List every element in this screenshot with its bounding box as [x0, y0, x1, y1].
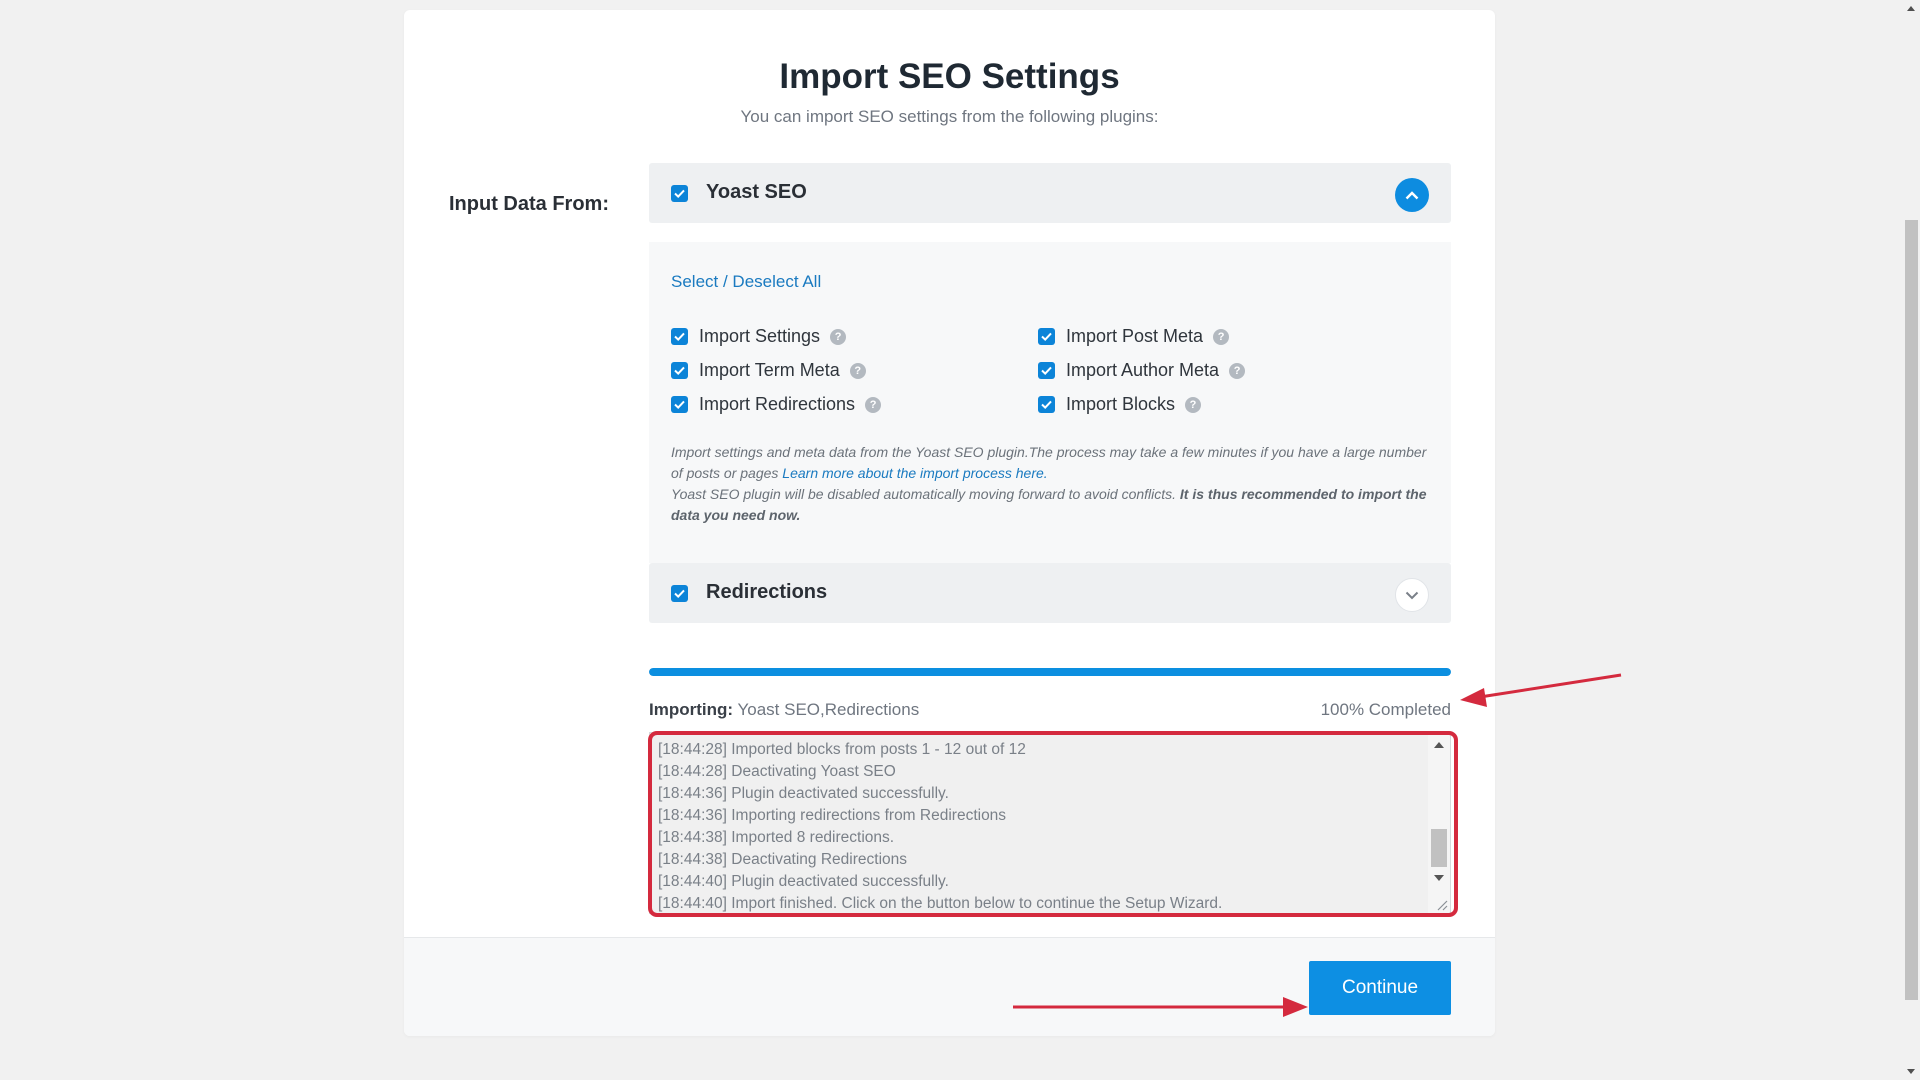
import-status-value: Yoast SEO,Redirections — [737, 700, 920, 719]
yoast-panel-body: Select / Deselect All Import Settings ? … — [649, 242, 1451, 563]
option-import-blocks[interactable]: Import Blocks ? — [1038, 394, 1202, 415]
checkmark-icon — [674, 366, 685, 376]
redirections-checkbox[interactable] — [671, 585, 688, 602]
import-blocks-label: Import Blocks — [1066, 394, 1176, 414]
import-term-meta-label: Import Term Meta — [699, 360, 840, 380]
yoast-panel-title: Yoast SEO — [706, 181, 807, 203]
import-post-meta-label: Import Post Meta — [1066, 326, 1204, 346]
page-scrollbar[interactable] — [1903, 0, 1920, 1080]
import-author-meta-checkbox[interactable] — [1038, 362, 1055, 379]
import-post-meta-checkbox[interactable] — [1038, 328, 1055, 345]
redirections-panel-title: Redirections — [706, 581, 828, 603]
checkmark-icon — [674, 189, 685, 199]
learn-more-link[interactable]: Learn more about the import process here… — [782, 465, 1047, 481]
page-title: Import SEO Settings — [779, 57, 1120, 96]
continue-button[interactable]: Continue — [1309, 961, 1451, 1015]
help-icon[interactable]: ? — [1185, 396, 1202, 413]
collapse-toggle-button[interactable] — [1395, 178, 1429, 212]
import-status: Importing: Yoast SEO,Redirections — [649, 700, 919, 720]
checkmark-icon — [1041, 400, 1052, 410]
option-import-settings[interactable]: Import Settings ? — [671, 326, 847, 347]
completion-percent: 100% Completed — [1320, 700, 1451, 719]
expand-toggle-button[interactable] — [1395, 578, 1429, 612]
import-progress-bar — [649, 668, 1451, 676]
checkmark-icon — [674, 400, 685, 410]
help-icon[interactable]: ? — [1229, 362, 1246, 379]
chevron-down-icon — [1405, 591, 1419, 599]
description-text-2: Yoast SEO plugin will be disabled automa… — [671, 486, 1180, 502]
import-author-meta-label: Import Author Meta — [1066, 360, 1220, 380]
option-import-author-meta[interactable]: Import Author Meta ? — [1038, 360, 1246, 381]
redirections-panel-header[interactable]: Redirections — [649, 563, 1451, 623]
import-settings-label: Import Settings — [699, 326, 821, 346]
page-scroll-thumb[interactable] — [1905, 220, 1918, 1000]
wizard-footer: Continue — [404, 937, 1495, 1036]
page-scroll-up-icon[interactable] — [1907, 6, 1915, 11]
checkmark-icon — [1041, 332, 1052, 342]
option-import-redirections[interactable]: Import Redirections ? — [671, 394, 882, 415]
select-deselect-all-link[interactable]: Select / Deselect All — [671, 272, 821, 292]
checkmark-icon — [674, 589, 685, 599]
import-description: Import settings and meta data from the Y… — [671, 442, 1431, 526]
help-icon[interactable]: ? — [830, 328, 847, 345]
import-redirections-label: Import Redirections — [699, 394, 856, 414]
import-settings-checkbox[interactable] — [671, 328, 688, 345]
help-icon[interactable]: ? — [849, 362, 866, 379]
page-scroll-down-icon[interactable] — [1907, 1069, 1915, 1074]
annotation-highlight-box — [648, 731, 1458, 917]
checkmark-icon — [1041, 366, 1052, 376]
import-status-label: Importing: — [649, 700, 734, 719]
checkmark-icon — [674, 332, 685, 342]
yoast-seo-checkbox[interactable] — [671, 185, 688, 202]
yoast-panel-header[interactable]: Yoast SEO — [649, 163, 1451, 223]
import-term-meta-checkbox[interactable] — [671, 362, 688, 379]
option-import-post-meta[interactable]: Import Post Meta ? — [1038, 326, 1230, 347]
import-blocks-checkbox[interactable] — [1038, 396, 1055, 413]
import-redirections-checkbox[interactable] — [671, 396, 688, 413]
option-import-term-meta[interactable]: Import Term Meta ? — [671, 360, 866, 381]
import-progress-fill — [649, 668, 1451, 676]
chevron-up-icon — [1405, 190, 1419, 199]
page-subtitle: You can import SEO settings from the fol… — [740, 107, 1159, 126]
help-icon[interactable]: ? — [865, 396, 882, 413]
help-icon[interactable]: ? — [1213, 328, 1230, 345]
input-data-from-label: Input Data From: — [449, 193, 609, 215]
